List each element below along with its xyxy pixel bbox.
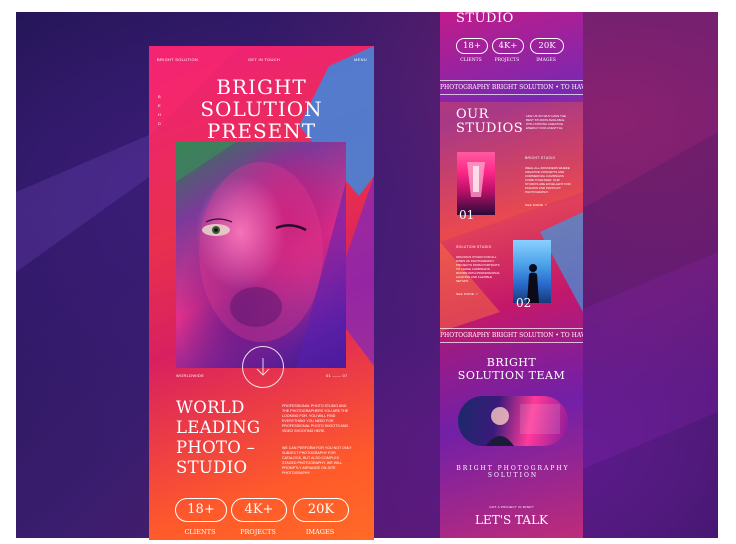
stat-clients-value: 18+ <box>175 498 227 522</box>
stat-images-value: 20K <box>293 498 349 522</box>
team-title: BRIGHT SOLUTION TEAM <box>440 356 583 382</box>
hero-pagination: 01 —— 07 <box>326 373 348 378</box>
portrait-face-shape <box>176 142 346 368</box>
stat-clients-label: CLIENTS <box>184 528 216 536</box>
heading-line: PHOTO – <box>176 438 256 457</box>
arc-text: BRIGHT PHOTOGRAPHY SOLUTION <box>456 465 570 479</box>
hero-label-left: WORLDWIDE <box>176 373 205 378</box>
team-photo <box>458 396 568 446</box>
studios-title-line: STUDIOS <box>456 121 524 136</box>
studio2-number: 02 <box>516 296 532 310</box>
studio1-see-more-link[interactable]: SEE MORE ↗ <box>525 203 547 207</box>
studio-photo-silhouette <box>513 240 551 303</box>
stat-projects-label: PROJECTS <box>494 58 520 63</box>
silhouette-shape <box>527 264 539 303</box>
marquee-banner: PHOTOGRAPHY BRIGHT SOLUTION • TO HAVE IN… <box>440 328 583 343</box>
studios-description: LIKE US SO WHY HAVE THE BEST STUDIOS AVA… <box>526 114 567 130</box>
stat-projects-value: 4K+ <box>231 498 287 522</box>
studios-title: OUR STUDIOS <box>456 108 523 136</box>
stat-clients-label: CLIENTS <box>460 58 482 63</box>
studios-title-line: OUR <box>456 107 489 122</box>
nav-get-in-touch[interactable]: GET IN TOUCH <box>248 57 280 62</box>
stat-projects-label: PROJECTS <box>240 528 276 536</box>
nav-menu[interactable]: MENU <box>354 57 367 62</box>
heading-line: WORLD <box>176 398 245 417</box>
heading-line: STUDIO <box>176 458 248 477</box>
studio2-text: SPACIOUS STUDIO FOR ALL KINDS OF PHOTOGR… <box>456 255 500 283</box>
hero-title: BRIGHT SOLUTION PRESENT <box>149 76 374 142</box>
heading-line: LEADING <box>176 418 261 437</box>
studio-photo-corridor <box>457 152 495 215</box>
studio1-number: 01 <box>459 208 475 222</box>
hero-portrait-photo <box>176 142 346 368</box>
nav-brand[interactable]: BRIGHT SOLUTION <box>157 57 198 62</box>
section-heading: WORLD LEADING PHOTO – STUDIO <box>176 398 260 478</box>
stat-images-label: IMAGES <box>305 528 335 536</box>
studio2-name: SOLUTION STUDIO <box>456 245 492 249</box>
studio1-name: BRIGHT STUDIO <box>525 156 556 160</box>
corridor-shape <box>467 162 485 197</box>
studio-description-2: WE CAN PERFORM FOR YOU NOT ONLY SUBJECT … <box>282 446 352 475</box>
hero-title-line: SOLUTION <box>200 97 323 121</box>
team-title-line: SOLUTION TEAM <box>457 369 566 382</box>
marquee-banner: PHOTOGRAPHY BRIGHT SOLUTION • TO HAVE IN… <box>440 80 583 95</box>
cta-small-text: GOT A PROJECT IN MIND? <box>489 505 534 509</box>
hero-title-line: PRESENT <box>206 119 317 143</box>
stat-images-value: 20K <box>530 38 564 54</box>
studio1-text: IDEAL ALL-ROUNDERS WHERE CREATIVE CONCEP… <box>525 166 571 194</box>
studio-title-top: STUDIO <box>456 11 514 26</box>
lets-talk-button[interactable]: LET'S TALK <box>440 513 583 527</box>
homepage-mockup: BRIGHT SOLUTION GET IN TOUCH MENU B E H … <box>149 46 374 540</box>
scroll-down-button[interactable] <box>242 346 284 388</box>
studio2-see-more-link[interactable]: SEE MORE ↗ <box>456 292 478 296</box>
stat-projects-value: 4K+ <box>492 38 524 54</box>
stat-clients-value: 18+ <box>456 38 488 54</box>
stat-images-label: IMAGES <box>536 58 556 63</box>
hero-title-line: BRIGHT <box>216 75 307 99</box>
studio-description: PROFESSIONAL PHOTO STUDIO AND THE PHOTOG… <box>282 404 349 433</box>
team-member-shape <box>486 404 560 446</box>
team-title-line: BRIGHT <box>486 356 537 369</box>
arrow-down-icon <box>256 358 270 376</box>
